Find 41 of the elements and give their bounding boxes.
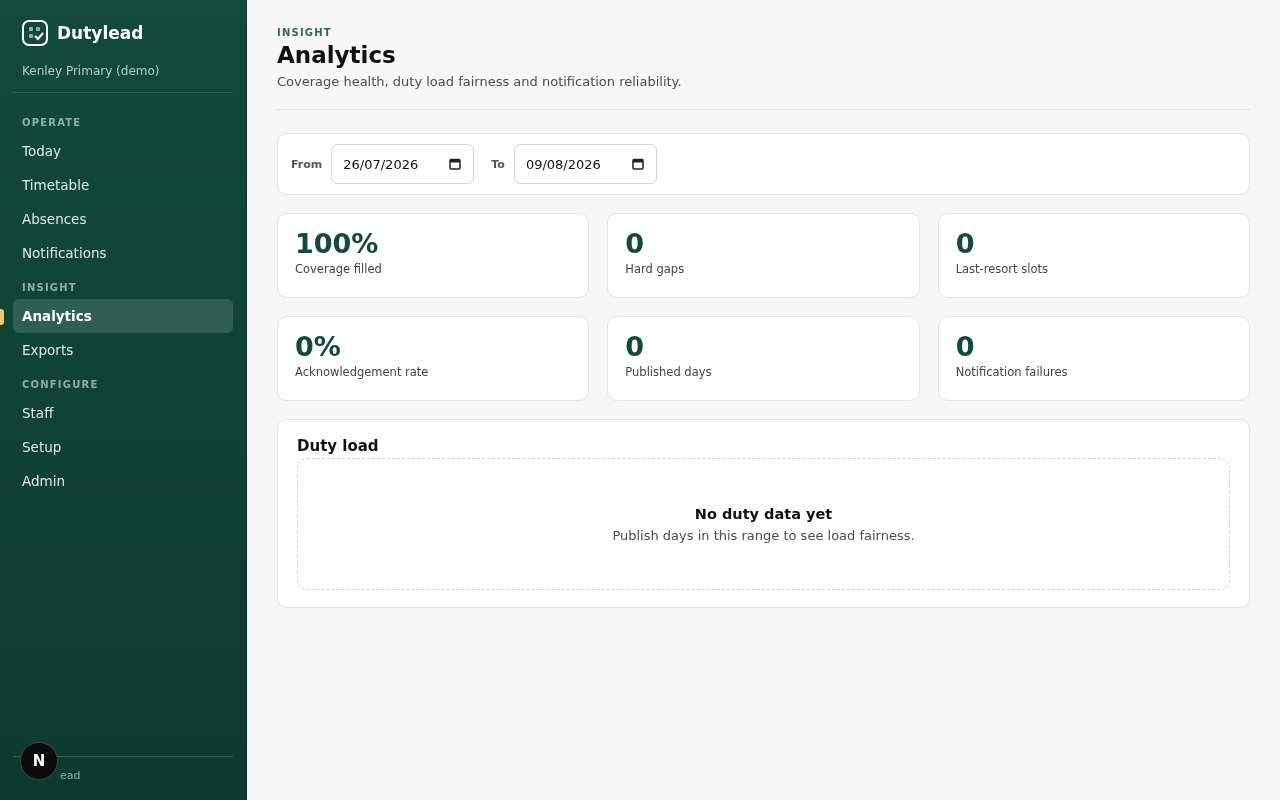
footer-text: ead <box>60 769 81 782</box>
nav-item[interactable]: Setup <box>13 430 233 464</box>
stat-label: Coverage filled <box>295 262 383 276</box>
nav-heading: CONFIGURE <box>21 379 100 390</box>
section-title: Duty load <box>297 437 380 455</box>
empty-title: No duty data yet <box>694 505 833 522</box>
stat-value: 0 <box>625 331 646 362</box>
dev-badge[interactable]: N <box>20 742 58 780</box>
date-label: From <box>291 157 323 171</box>
nav-heading: INSIGHT <box>21 282 78 293</box>
brand-name: Dutylead <box>57 23 144 43</box>
nav-item[interactable]: Staff <box>13 396 233 430</box>
page-eyebrow: INSIGHT <box>277 27 333 38</box>
nav-heading: OPERATE <box>21 117 83 128</box>
date-field[interactable]: 09/08/2026 <box>513 144 657 184</box>
stat-value: 0 <box>625 228 646 259</box>
stat-value: 0 <box>955 228 976 259</box>
nav-item[interactable]: Exports <box>13 333 233 367</box>
page-subtitle: Coverage health, duty load fairness and notification reliability. <box>277 74 1250 110</box>
nav-item[interactable]: Absences <box>13 202 233 236</box>
nav-item[interactable]: Timetable <box>13 168 233 202</box>
logo-icon <box>22 20 48 46</box>
date-field[interactable]: 26/07/2026 <box>331 144 475 184</box>
nav-item[interactable]: Admin <box>13 464 233 498</box>
date-label: To <box>491 157 505 171</box>
stat-value: 0 <box>955 331 976 362</box>
calendar-icon[interactable] <box>449 158 462 170</box>
calendar-icon[interactable] <box>631 158 644 170</box>
stat-label: Acknowledgement rate <box>295 365 430 379</box>
stat-label: Last-resort slots <box>955 262 1049 276</box>
nav-item[interactable]: Today <box>13 134 233 168</box>
stat-label: Notification failures <box>955 365 1069 379</box>
school-name: Kenley Primary (demo) <box>13 46 233 93</box>
stat-value: 0% <box>295 331 342 362</box>
empty-text: Publish days in this range to see load fairness. <box>612 527 915 543</box>
stat-label: Published days <box>625 365 713 379</box>
stat-label: Hard gaps <box>625 262 686 276</box>
active-marker <box>0 309 4 325</box>
stat-value: 100% <box>295 228 380 259</box>
page-title: Analytics <box>277 42 397 68</box>
nav-item[interactable]: Notifications <box>13 236 233 270</box>
